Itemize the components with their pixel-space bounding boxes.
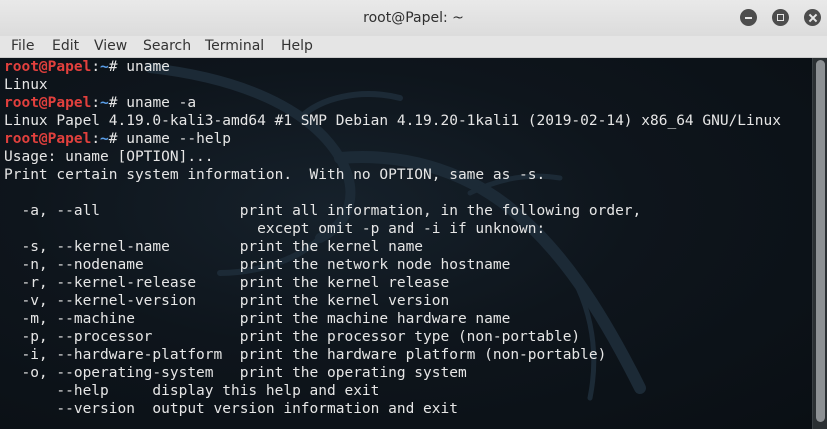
prompt-path: ~ <box>100 59 109 75</box>
prompt-line: root@Papel:~# uname --help <box>4 130 231 148</box>
menu-bar: File Edit View Search Terminal Help <box>0 36 827 58</box>
minimize-icon[interactable] <box>740 9 757 26</box>
output-line: -o, --operating-system print the operati… <box>4 365 467 381</box>
output-line: -r, --kernel-release print the kernel re… <box>4 275 450 291</box>
output-line: Linux <box>4 77 48 93</box>
menu-search[interactable]: Search <box>143 36 191 57</box>
title-bar[interactable]: root@Papel: ~ <box>0 0 827 37</box>
output-line: Usage: uname [OPTION]... <box>4 149 214 165</box>
scrollbar-thumb[interactable] <box>816 60 825 422</box>
command-text: uname -a <box>126 95 197 111</box>
command-text: uname <box>126 59 170 75</box>
output-line: Linux Papel 4.19.0-kali3-amd64 #1 SMP De… <box>4 113 781 129</box>
output-line: -i, --hardware-platform print the hardwa… <box>4 347 607 363</box>
prompt-separator: : <box>91 131 101 147</box>
scrollbar[interactable] <box>812 58 827 429</box>
window-title: root@Papel: ~ <box>363 10 464 26</box>
terminal-window: root@Papel: ~ File Edit View Search Term… <box>0 0 827 429</box>
output-line: -p, --processor print the processor type… <box>4 329 581 345</box>
prompt-symbol: # <box>108 131 127 147</box>
prompt-user: root@Papel <box>4 59 92 75</box>
output-line: --version output version information and… <box>4 401 458 417</box>
output-line: -m, --machine print the machine hardware… <box>4 311 511 327</box>
prompt-line: root@Papel:~# uname -a <box>4 94 196 112</box>
output-line: -n, --nodename print the network node ho… <box>4 257 511 273</box>
prompt-symbol: # <box>108 95 127 111</box>
maximize-icon[interactable] <box>772 9 789 26</box>
output-line: -v, --kernel-version print the kernel ve… <box>4 293 450 309</box>
output-line: except omit -p and -i if unknown: <box>4 221 546 237</box>
prompt-user: root@Papel <box>4 131 92 147</box>
prompt-line: root@Papel:~# uname <box>4 58 170 76</box>
output-line: Print certain system information. With n… <box>4 167 546 183</box>
menu-edit[interactable]: Edit <box>52 36 79 57</box>
menu-view[interactable]: View <box>94 36 127 57</box>
close-icon[interactable] <box>804 9 821 26</box>
prompt-separator: : <box>91 59 101 75</box>
prompt-symbol: # <box>108 59 127 75</box>
output-line: -a, --all print all information, in the … <box>4 203 642 219</box>
terminal-output[interactable]: root@Papel:~# uname Linux root@Papel:~# un… <box>0 58 812 429</box>
prompt-user: root@Papel <box>4 95 92 111</box>
output-line: -s, --kernel-name print the kernel name <box>4 239 424 255</box>
menu-terminal[interactable]: Terminal <box>205 36 264 57</box>
command-text: uname --help <box>126 131 232 147</box>
prompt-separator: : <box>91 95 101 111</box>
menu-file[interactable]: File <box>11 36 34 57</box>
prompt-path: ~ <box>100 95 109 111</box>
menu-help[interactable]: Help <box>281 36 313 57</box>
prompt-path: ~ <box>100 131 109 147</box>
output-line: --help display this help and exit <box>4 383 380 399</box>
